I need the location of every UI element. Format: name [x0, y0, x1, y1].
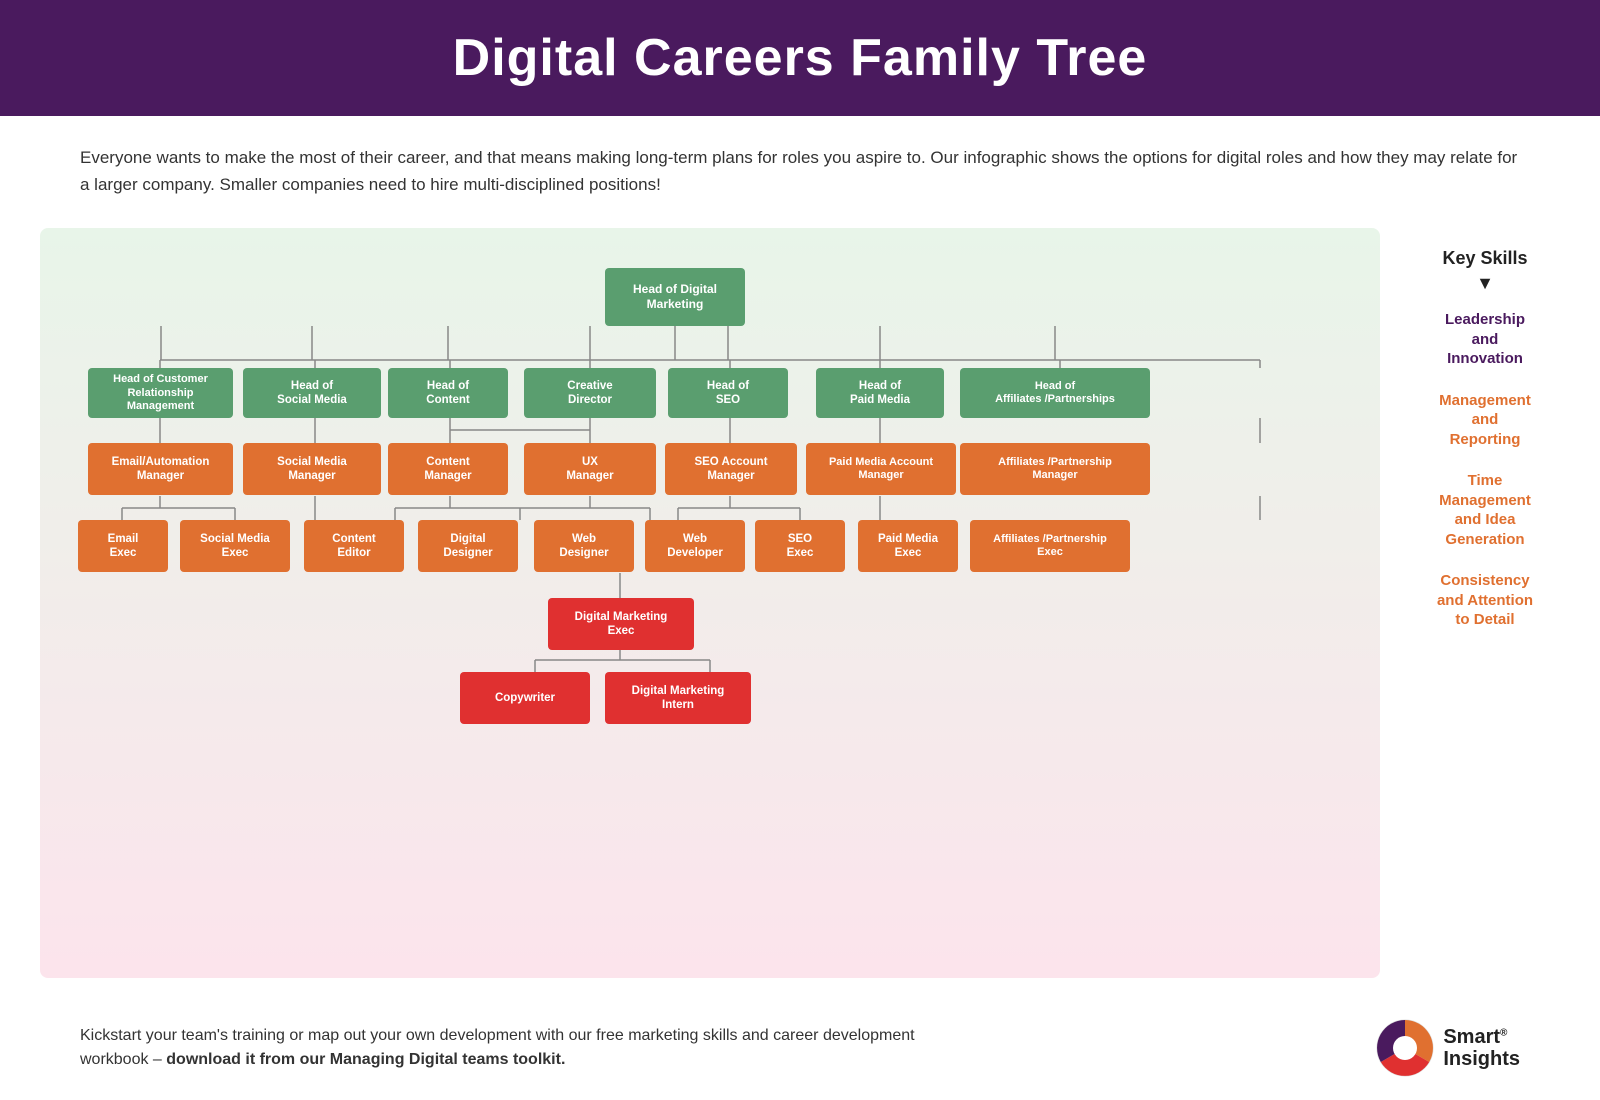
- intro-text: Everyone wants to make the most of their…: [0, 116, 1600, 218]
- node-apexec: Affiliates /PartnershipExec: [970, 520, 1130, 572]
- node-seoexec: SEOExec: [755, 520, 845, 572]
- key-skills-arrow: ▼: [1476, 273, 1494, 294]
- node-cd: CreativeDirector: [524, 368, 656, 418]
- node-pmam: Paid Media AccountManager: [806, 443, 956, 495]
- node-contenteditor: ContentEditor: [304, 520, 404, 572]
- node-eam: Email/AutomationManager: [88, 443, 233, 495]
- connector-lines: [60, 258, 1360, 948]
- footer: Kickstart your team's training or map ou…: [0, 998, 1600, 1098]
- node-dmexec: Digital MarketingExec: [548, 598, 694, 650]
- node-apm: Affiliates /PartnershipManager: [960, 443, 1150, 495]
- main-area: Head of Digital Marketing Head of Custom…: [0, 218, 1600, 998]
- node-dmintern: Digital MarketingIntern: [605, 672, 751, 724]
- node-hoc: Head ofContent: [388, 368, 508, 418]
- key-skills-title: Key Skills: [1442, 248, 1527, 269]
- skill-leadership: LeadershipandInnovation: [1445, 310, 1525, 369]
- node-copywriter: Copywriter: [460, 672, 590, 724]
- page-header: Digital Careers Family Tree: [0, 0, 1600, 116]
- chart-area: Head of Digital Marketing Head of Custom…: [40, 228, 1380, 978]
- footer-text: Kickstart your team's training or map ou…: [80, 1024, 980, 1072]
- node-hocrm: Head of CustomerRelationship Management: [88, 368, 233, 418]
- node-hoseo: Head ofSEO: [668, 368, 788, 418]
- skill-consistency: Consistencyand Attentionto Detail: [1437, 571, 1533, 630]
- smart-insights-logo-icon: [1375, 1018, 1435, 1078]
- node-digdesigner: DigitalDesigner: [418, 520, 518, 572]
- node-pmexec: Paid MediaExec: [858, 520, 958, 572]
- key-skills-panel: Key Skills ▼ LeadershipandInnovation Man…: [1380, 228, 1560, 978]
- page-title: Digital Careers Family Tree: [40, 28, 1560, 88]
- org-chart: Head of Digital Marketing Head of Custom…: [60, 258, 1360, 948]
- node-hoap: Head ofAffiliates /Partnerships: [960, 368, 1150, 418]
- node-uxm: UXManager: [524, 443, 656, 495]
- node-seoam: SEO AccountManager: [665, 443, 797, 495]
- node-hodm: Head of Digital Marketing: [605, 268, 745, 326]
- node-cm: ContentManager: [388, 443, 508, 495]
- node-smm: Social MediaManager: [243, 443, 381, 495]
- logo-area: Smart® Insights: [1375, 1018, 1520, 1078]
- connector-lines-2: [60, 258, 1360, 948]
- skill-time: TimeManagementand IdeaGeneration: [1439, 471, 1531, 549]
- node-emailexec: EmailExec: [78, 520, 168, 572]
- smart-insights-logo-text: Smart® Insights: [1443, 1026, 1520, 1070]
- skill-management: ManagementandReporting: [1439, 391, 1531, 450]
- node-webdev: WebDeveloper: [645, 520, 745, 572]
- node-hosm: Head ofSocial Media: [243, 368, 381, 418]
- node-webdesigner: WebDesigner: [534, 520, 634, 572]
- node-smexec: Social MediaExec: [180, 520, 290, 572]
- node-hopm: Head ofPaid Media: [816, 368, 944, 418]
